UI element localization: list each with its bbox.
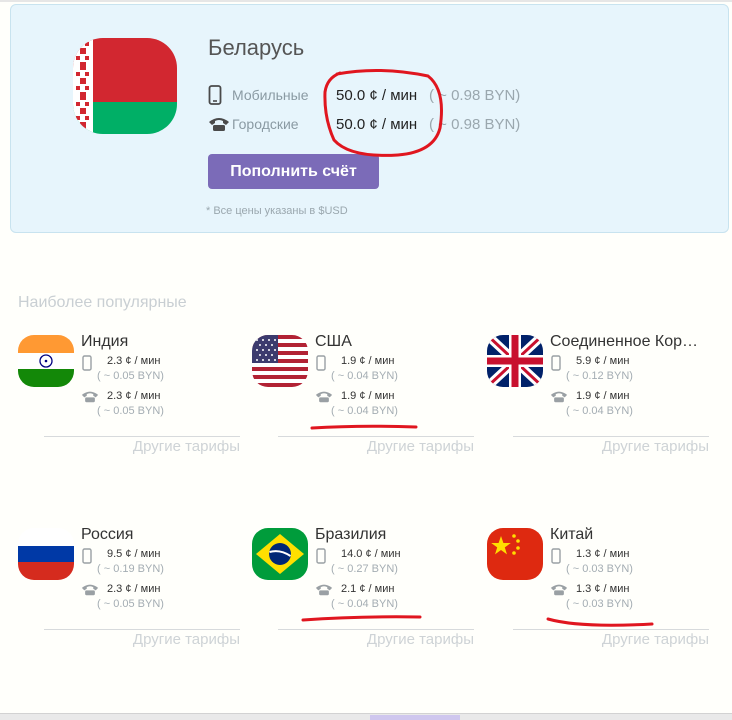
landline-label: Городские	[232, 116, 299, 132]
mobile-rate-byn: ( ~ 0.98 BYN)	[429, 86, 521, 104]
landline-phone-icon	[81, 390, 101, 406]
tile-mobile-value: 9.5 ¢ / мин	[107, 548, 161, 560]
tile-mobile-byn: ( ~ 0.12 BYN)	[566, 370, 633, 382]
tile-landline-value: 1.9 ¢ / мин	[341, 390, 395, 402]
mobile-phone-icon	[208, 84, 232, 106]
divider	[44, 436, 240, 437]
country-title: Беларусь	[208, 35, 305, 60]
country-rate-card: Беларусь Мобильные 50.0 ¢ / мин ( ~ 0.98…	[10, 4, 729, 233]
popular-heading: Наиболее популярные	[18, 294, 187, 311]
country-tile-china[interactable]: Китай 1.3 ¢ / мин ( ~ 0.03 BYN) 1.3 ¢ / …	[487, 526, 709, 658]
divider	[513, 436, 709, 437]
tile-country-name: Индия	[81, 333, 129, 350]
tile-country-name: Соединенное Кор…	[550, 333, 699, 350]
tile-mobile-byn: ( ~ 0.03 BYN)	[566, 563, 633, 575]
india-flag-icon	[18, 335, 74, 387]
tile-mobile-value: 14.0 ¢ / мин	[341, 548, 401, 560]
tile-mobile-byn: ( ~ 0.05 BYN)	[97, 370, 164, 382]
top-edge	[0, 0, 732, 2]
tile-landline-value: 2.3 ¢ / мин	[107, 583, 161, 595]
divider	[278, 436, 474, 437]
uk-flag-icon	[487, 335, 543, 387]
divider	[513, 629, 709, 630]
tile-landline-byn: ( ~ 0.05 BYN)	[97, 598, 164, 610]
china-flag-icon	[487, 528, 543, 580]
tile-landline-byn: ( ~ 0.04 BYN)	[566, 405, 633, 417]
tile-country-name: Бразилия	[315, 526, 387, 543]
tile-country-name: Китай	[550, 526, 594, 543]
landline-rate-byn: ( ~ 0.98 BYN)	[429, 115, 521, 133]
mobile-rate-value: 50.0 ¢ / мин	[336, 86, 418, 104]
country-tile-india[interactable]: Индия 2.3 ¢ / мин ( ~ 0.05 BYN) 2.3 ¢ / …	[18, 333, 240, 465]
belarus-flag-icon	[73, 38, 177, 134]
tile-mobile-byn: ( ~ 0.27 BYN)	[331, 563, 398, 575]
topup-button[interactable]: Пополнить счёт	[208, 154, 379, 189]
bottom-scroll-hint	[370, 715, 460, 720]
tile-mobile-value: 1.3 ¢ / мин	[576, 548, 630, 560]
landline-rate-row: Городские 50.0 ¢ / мин ( ~ 0.98 BYN)	[208, 112, 520, 136]
mobile-phone-icon	[550, 355, 570, 371]
tile-mobile-byn: ( ~ 0.04 BYN)	[331, 370, 398, 382]
landline-phone-icon	[315, 390, 335, 406]
country-tile-uk[interactable]: Соединенное Кор… 5.9 ¢ / мин ( ~ 0.12 BY…	[487, 333, 709, 465]
other-rates-link[interactable]: Другие тарифы	[133, 631, 240, 648]
tile-landline-byn: ( ~ 0.04 BYN)	[331, 405, 398, 417]
other-rates-link[interactable]: Другие тарифы	[367, 438, 474, 455]
landline-phone-icon	[208, 113, 232, 135]
tile-mobile-value: 2.3 ¢ / мин	[107, 355, 161, 367]
other-rates-link[interactable]: Другие тарифы	[602, 631, 709, 648]
landline-phone-icon	[550, 583, 570, 599]
landline-phone-icon	[81, 583, 101, 599]
bottom-edge	[0, 713, 732, 720]
landline-phone-icon	[315, 583, 335, 599]
mobile-rate-row: Мобильные 50.0 ¢ / мин ( ~ 0.98 BYN)	[208, 83, 520, 107]
country-tile-brazil[interactable]: Бразилия 14.0 ¢ / мин ( ~ 0.27 BYN) 2.1 …	[252, 526, 474, 658]
tile-landline-byn: ( ~ 0.03 BYN)	[566, 598, 633, 610]
tile-landline-value: 1.9 ¢ / мин	[576, 390, 630, 402]
mobile-phone-icon	[315, 355, 335, 371]
currency-note: * Все цены указаны в $USD	[206, 205, 348, 217]
tile-landline-value: 2.3 ¢ / мин	[107, 390, 161, 402]
mobile-phone-icon	[81, 355, 101, 371]
mobile-phone-icon	[315, 548, 335, 564]
divider	[278, 629, 474, 630]
tile-country-name: Россия	[81, 526, 134, 543]
tile-mobile-byn: ( ~ 0.19 BYN)	[97, 563, 164, 575]
tile-mobile-value: 1.9 ¢ / мин	[341, 355, 395, 367]
other-rates-link[interactable]: Другие тарифы	[602, 438, 709, 455]
tile-landline-byn: ( ~ 0.04 BYN)	[331, 598, 398, 610]
usa-flag-icon	[252, 335, 308, 387]
tile-landline-byn: ( ~ 0.05 BYN)	[97, 405, 164, 417]
divider	[44, 629, 240, 630]
tile-landline-value: 2.1 ¢ / мин	[341, 583, 395, 595]
tile-mobile-value: 5.9 ¢ / мин	[576, 355, 630, 367]
landline-phone-icon	[550, 390, 570, 406]
country-tile-usa[interactable]: США 1.9 ¢ / мин ( ~ 0.04 BYN) 1.9 ¢ / ми…	[252, 333, 474, 465]
other-rates-link[interactable]: Другие тарифы	[367, 631, 474, 648]
tile-landline-value: 1.3 ¢ / мин	[576, 583, 630, 595]
mobile-phone-icon	[550, 548, 570, 564]
mobile-phone-icon	[81, 548, 101, 564]
brazil-flag-icon	[252, 528, 308, 580]
mobile-label: Мобильные	[232, 87, 309, 103]
tile-country-name: США	[315, 333, 352, 350]
russia-flag-icon	[18, 528, 74, 580]
country-tile-russia[interactable]: Россия 9.5 ¢ / мин ( ~ 0.19 BYN) 2.3 ¢ /…	[18, 526, 240, 658]
landline-rate-value: 50.0 ¢ / мин	[336, 115, 418, 133]
other-rates-link[interactable]: Другие тарифы	[133, 438, 240, 455]
